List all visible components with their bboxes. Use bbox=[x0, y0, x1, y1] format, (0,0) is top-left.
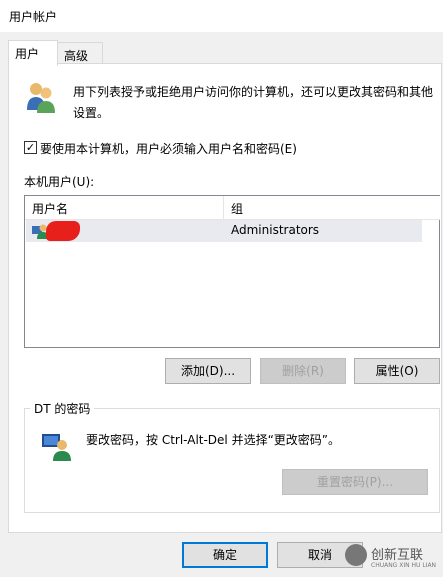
title-bar: 用户帐户 bbox=[0, 0, 443, 32]
watermark-logo: 创新互联 CHUANG XIN HU LIAN bbox=[341, 540, 441, 574]
intro-text-line-2: 设置。 bbox=[73, 106, 110, 120]
column-header-group[interactable]: 组 bbox=[224, 196, 440, 220]
intro-text-line-1: 用下列表授予或拒绝用户访问你的计算机，还可以更改其密码和其他 bbox=[73, 85, 434, 99]
users-icon bbox=[27, 83, 55, 113]
tab-advanced-label: 高级 bbox=[64, 49, 89, 63]
column-header-username[interactable]: 用户名 bbox=[25, 196, 224, 220]
watermark-logo-icon bbox=[345, 544, 367, 566]
password-group bbox=[24, 408, 440, 513]
add-user-button[interactable]: 添加(D)... bbox=[165, 358, 251, 384]
password-group-title: DT 的密码 bbox=[30, 400, 95, 417]
row-group: Administrators bbox=[231, 223, 320, 237]
require-login-checkbox[interactable]: ✓ bbox=[24, 141, 37, 154]
require-login-label: 要使用本计算机，用户必须输入用户名和密码(E) bbox=[40, 142, 297, 156]
properties-button[interactable]: 属性(O) bbox=[354, 358, 440, 384]
reset-password-button[interactable]: 重置密码(P)... bbox=[282, 469, 428, 495]
users-list-label: 本机用户(U): bbox=[24, 175, 95, 189]
redacted-username bbox=[46, 221, 80, 241]
table-row[interactable]: Administrators bbox=[26, 220, 422, 242]
watermark-text: 创新互联 bbox=[371, 548, 424, 563]
watermark-subtext: CHUANG XIN HU LIAN bbox=[371, 562, 437, 569]
intro-text: 用下列表授予或拒绝用户访问你的计算机，还可以更改其密码和其他 设置。 bbox=[73, 83, 433, 121]
user-monitor-icon bbox=[42, 434, 71, 461]
remove-user-button[interactable]: 删除(R) bbox=[260, 358, 346, 384]
column-header-group-label: 组 bbox=[231, 202, 244, 216]
tab-users[interactable]: 用户 bbox=[8, 40, 58, 66]
window-title: 用户帐户 bbox=[9, 10, 58, 24]
users-list[interactable]: 用户名 组 Administrators bbox=[24, 195, 440, 348]
password-info-text: 要改密码，按 Ctrl-Alt-Del 并选择“更改密码”。 bbox=[86, 433, 341, 447]
ok-button[interactable]: 确定 bbox=[182, 542, 268, 568]
tab-users-label: 用户 bbox=[15, 47, 40, 61]
column-header-username-label: 用户名 bbox=[32, 202, 69, 216]
